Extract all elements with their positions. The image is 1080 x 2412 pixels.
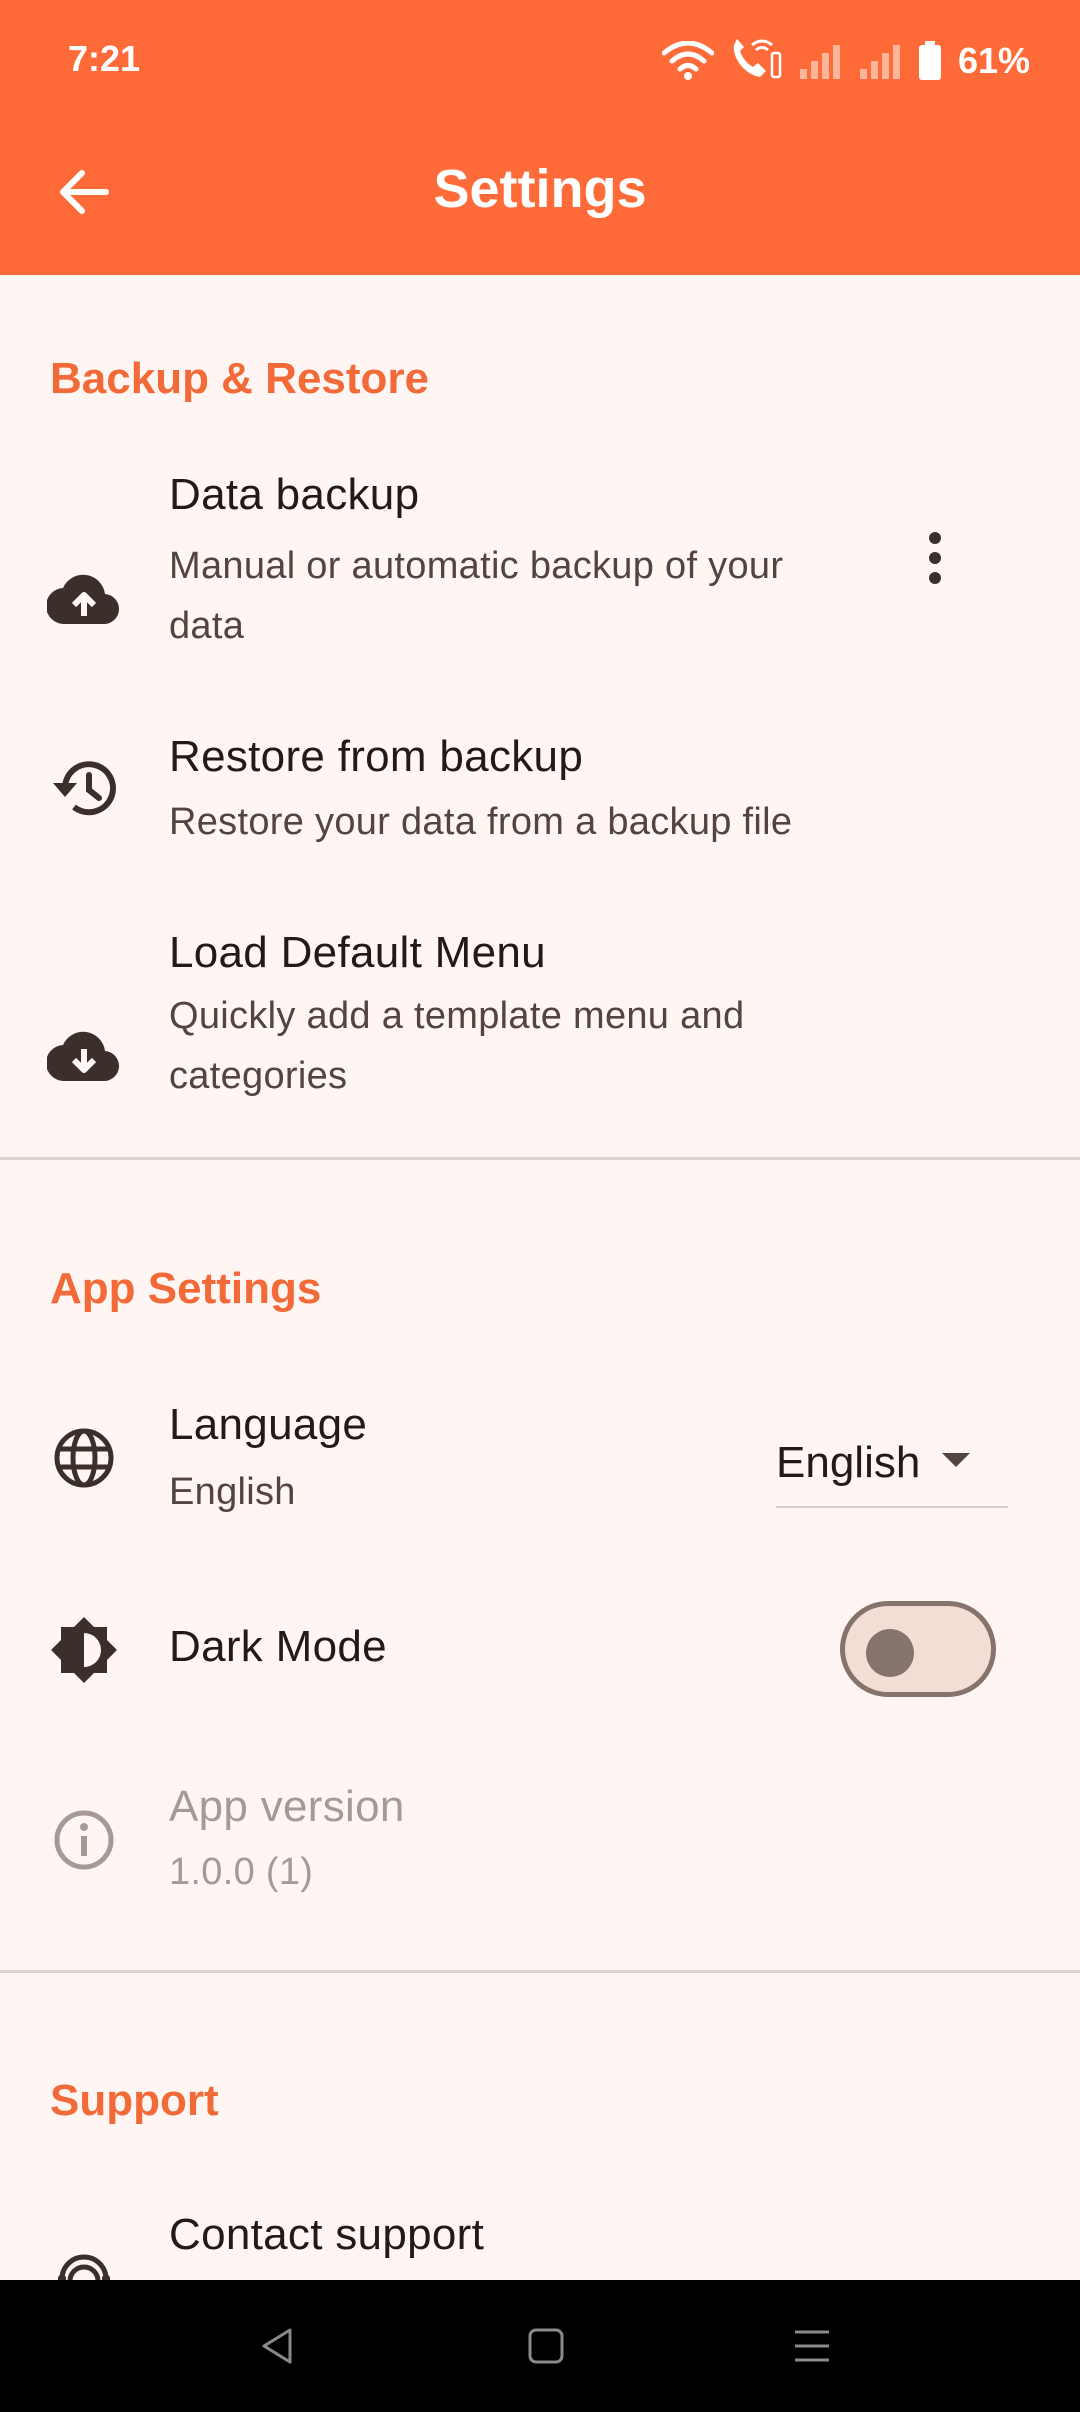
square-home-icon <box>526 2326 566 2371</box>
section-title-backup: Backup & Restore <box>50 354 430 403</box>
restore-backup-subtitle: Restore your data from a backup file <box>169 801 793 843</box>
signal-icon <box>798 41 844 81</box>
system-navigation-bar <box>0 2280 1080 2412</box>
cloud-download-icon <box>44 1017 124 1097</box>
cloud-upload-icon <box>44 560 124 640</box>
battery-percent: 61% <box>957 40 1030 81</box>
wifi-icon <box>661 41 714 81</box>
more-vert-icon <box>927 531 943 590</box>
divider <box>0 1157 1080 1160</box>
restore-history-icon <box>44 749 124 829</box>
app-bar: 7:21 61% Settings <box>0 0 1080 275</box>
nav-home-button[interactable] <box>516 2318 576 2378</box>
section-title-support: Support <box>50 2076 219 2125</box>
language-title: Language <box>169 1400 368 1449</box>
language-dropdown-value: English <box>776 1438 921 1487</box>
app-version-item: App version 1.0.0 (1) <box>0 1770 1080 1930</box>
page-title: Settings <box>433 159 647 219</box>
battery-icon <box>918 41 942 81</box>
restore-backup-title: Restore from backup <box>169 732 584 781</box>
nav-back-button[interactable] <box>248 2318 308 2378</box>
contact-support-title: Contact support <box>169 2210 485 2259</box>
app-version-value: 1.0.0 (1) <box>169 1851 314 1893</box>
load-default-menu-item[interactable]: Load Default Menu Quickly add a template… <box>0 910 1080 1120</box>
load-default-menu-subtitle: Quickly add a template menu and categori… <box>169 995 745 1097</box>
toggle-knob <box>866 1629 914 1677</box>
data-backup-subtitle: Manual or automatic backup of your data <box>169 545 784 647</box>
app-version-title: App version <box>169 1782 405 1831</box>
dark-mode-toggle[interactable] <box>840 1601 996 1697</box>
brightness-icon <box>44 1610 124 1690</box>
status-time: 7:21 <box>68 38 141 79</box>
signal-icon <box>858 41 904 81</box>
data-backup-title: Data backup <box>169 470 420 519</box>
info-icon <box>44 1800 124 1880</box>
restore-backup-item[interactable]: Restore from backup Restore your data fr… <box>0 710 1080 880</box>
data-backup-more-button[interactable] <box>900 520 970 600</box>
support-agent-icon <box>44 2235 124 2280</box>
section-title-app-settings: App Settings <box>50 1264 322 1313</box>
load-default-menu-title: Load Default Menu <box>169 928 546 977</box>
divider <box>0 1970 1080 1973</box>
globe-icon <box>44 1418 124 1498</box>
menu-lines-icon <box>792 2326 832 2371</box>
language-subtitle: English <box>169 1471 296 1513</box>
language-dropdown[interactable]: English <box>776 1420 1008 1508</box>
contact-support-item[interactable]: Contact support <box>0 2190 1080 2280</box>
triangle-back-icon <box>258 2326 298 2371</box>
dark-mode-title: Dark Mode <box>169 1622 387 1671</box>
wifi-calling-icon <box>728 39 784 83</box>
nav-recents-button[interactable] <box>782 2318 842 2378</box>
status-icons: 61% <box>661 36 1030 86</box>
caret-down-icon <box>942 1452 971 1474</box>
